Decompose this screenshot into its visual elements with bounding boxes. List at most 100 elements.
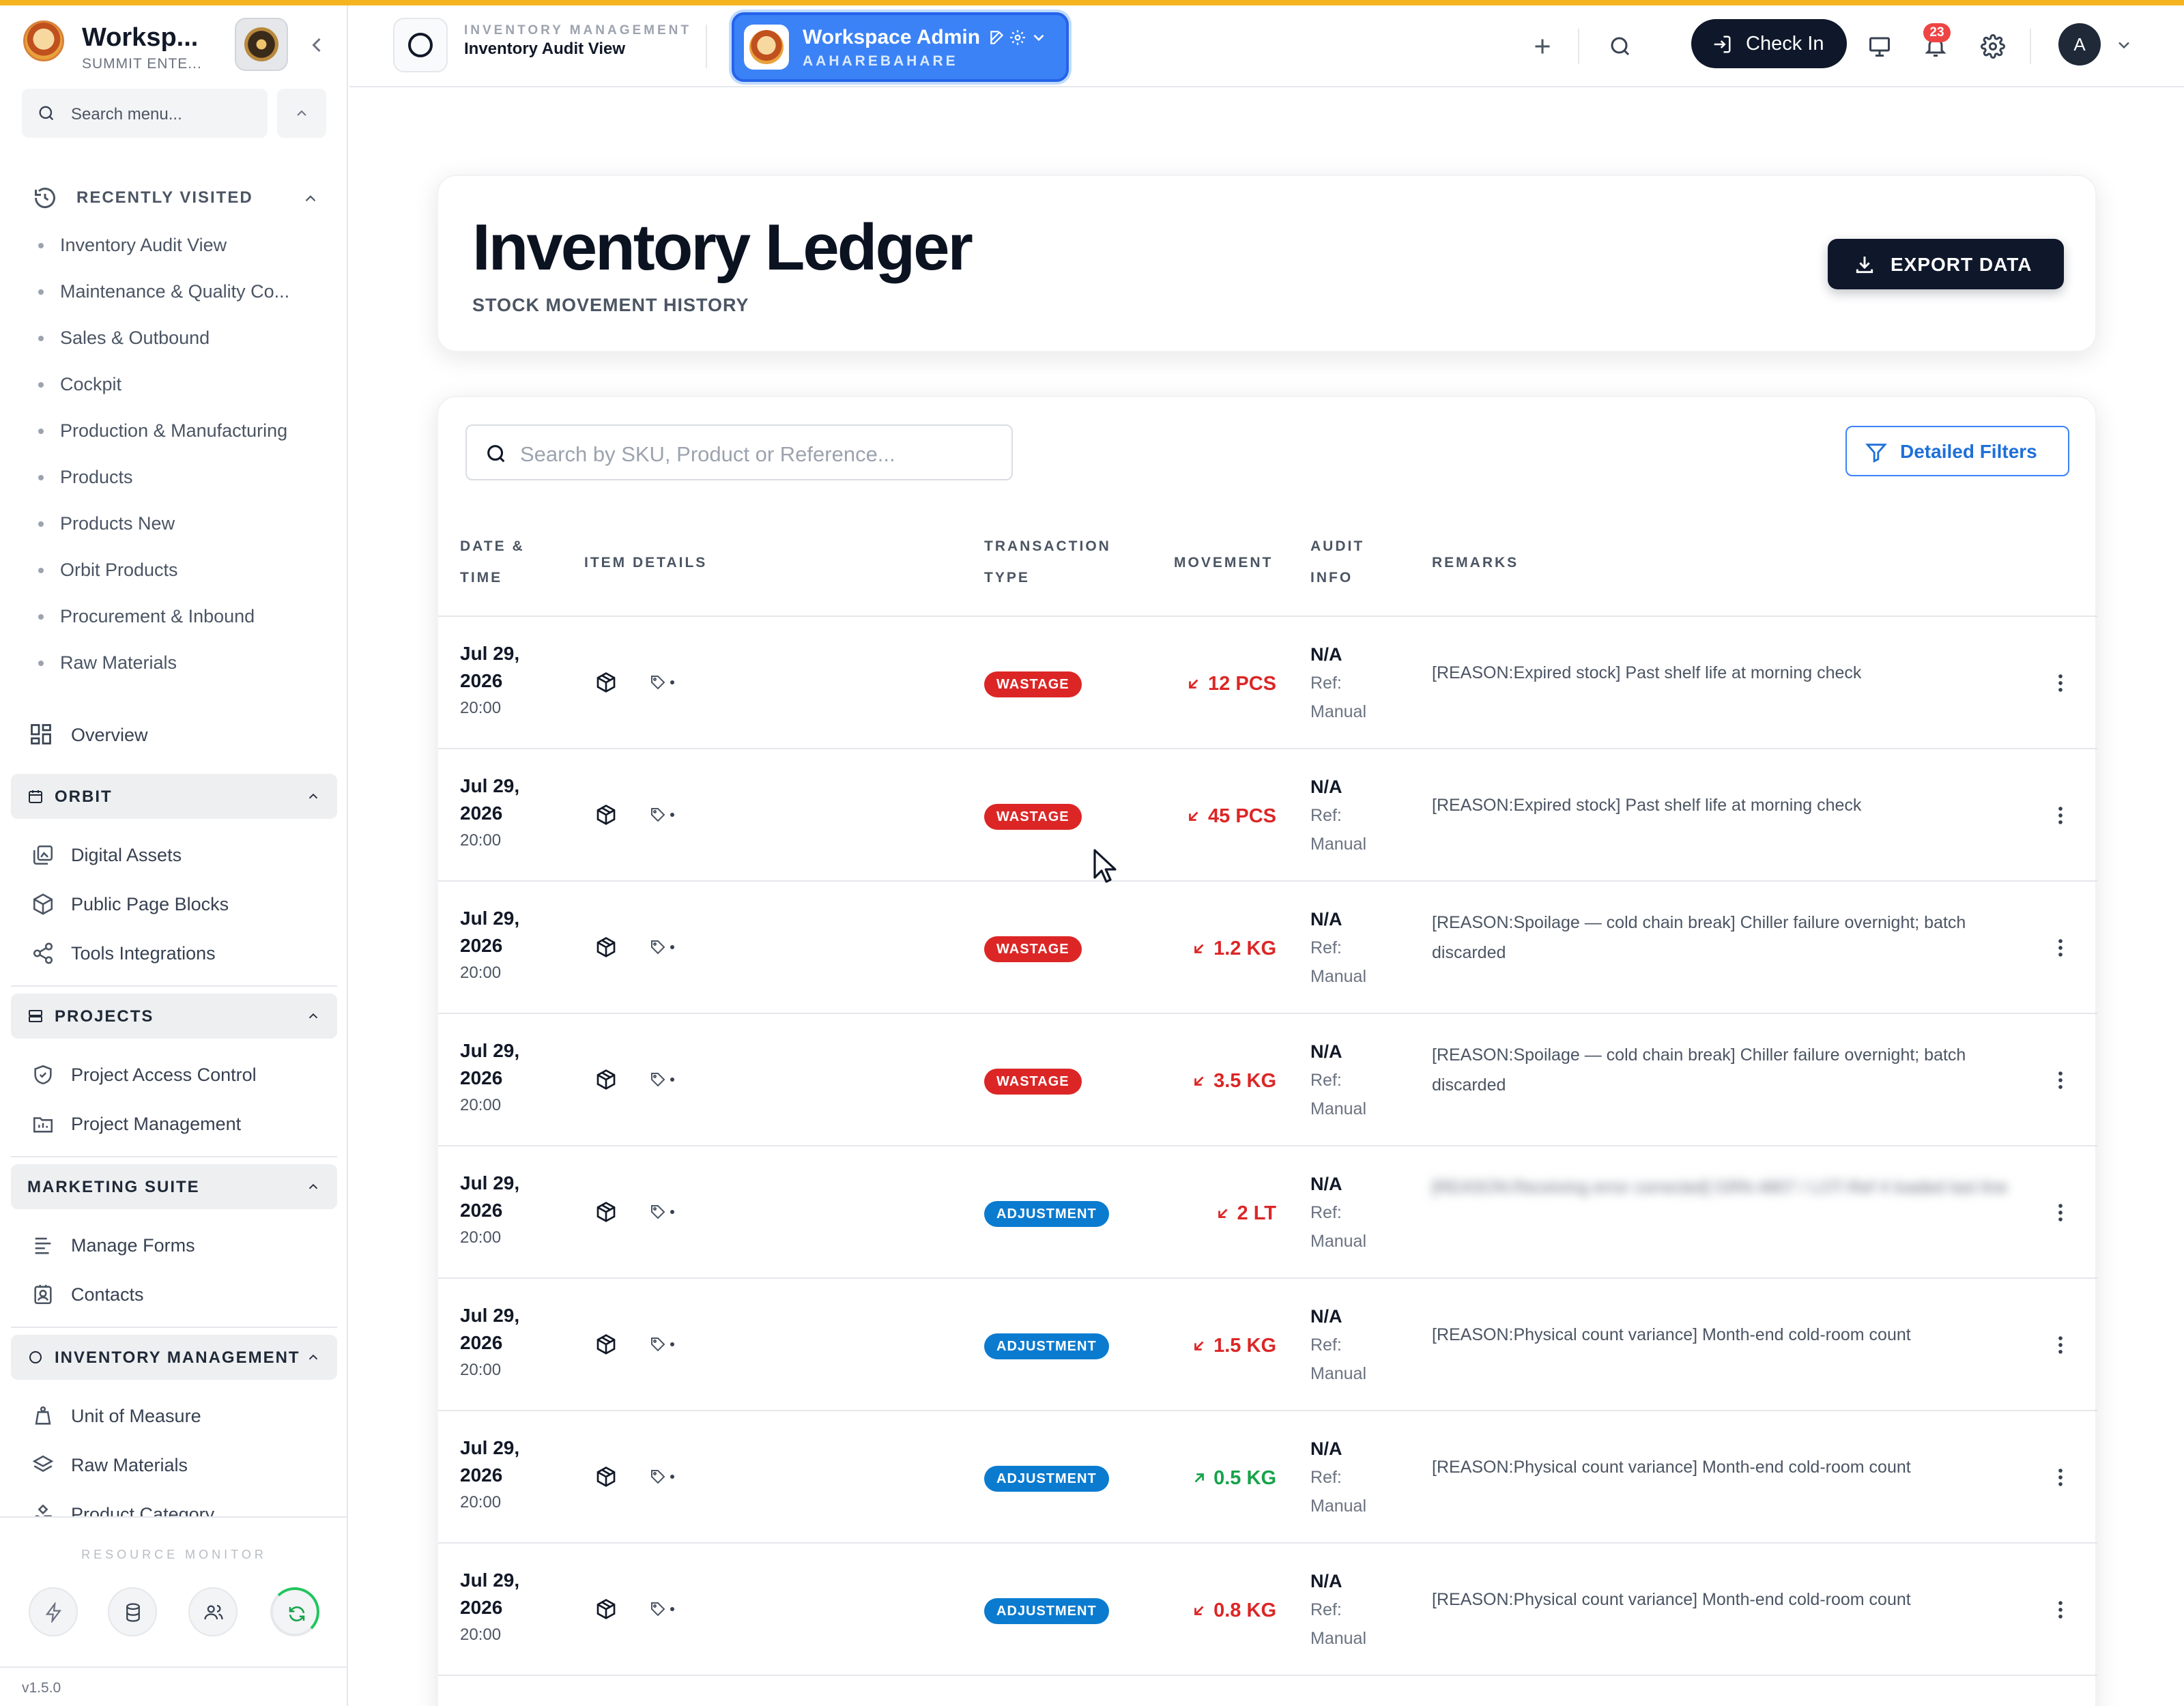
recent-item[interactable]: Maintenance & Quality Co... <box>38 272 325 318</box>
recent-item[interactable]: Procurement & Inbound <box>38 596 325 643</box>
server-icon <box>29 1010 42 1022</box>
recent-item[interactable]: Cockpit <box>38 364 325 411</box>
add-button[interactable] <box>1521 25 1564 68</box>
sidebar-item-project-management[interactable]: Project Management <box>31 1107 325 1141</box>
sidebar-item-tools-integrations[interactable]: Tools Integrations <box>31 936 325 970</box>
column-header-audit[interactable]: AUDIT INFO <box>1310 531 1364 594</box>
check-in-button[interactable]: Check In <box>1691 19 1847 68</box>
chevron-down-icon[interactable] <box>2114 35 2133 55</box>
org-avatar[interactable] <box>235 18 288 71</box>
group-inventory-header[interactable]: INVENTORY MANAGEMENT <box>11 1335 337 1380</box>
module-icon[interactable] <box>393 18 448 72</box>
sidebar-item-product-category[interactable]: Product Category <box>31 1497 325 1516</box>
user-avatar[interactable]: A <box>2058 23 2101 66</box>
tag-icon[interactable] <box>650 807 666 823</box>
table-row[interactable]: Jul 29, 2026 20:00 WASTAGE 1.2 KG N/A Ref: Manu… <box>438 882 2098 1014</box>
more-vertical-icon[interactable] <box>2049 1598 2072 1621</box>
table-row[interactable]: Jul 29, 2026 20:00 WASTAGE 3.5 KG N/A Ref: Manu… <box>438 1014 2098 1146</box>
package-icon[interactable] <box>595 671 617 693</box>
sidebar-item-unit-of-measure[interactable]: Unit of Measure <box>31 1399 325 1433</box>
recent-item[interactable]: Inventory Audit View <box>38 225 325 272</box>
table-row[interactable]: Jul 29, 2026 20:00 ADJUSTMENT 2 LT N/A Ref: Man… <box>438 1146 2098 1279</box>
more-vertical-icon[interactable] <box>2049 1333 2072 1357</box>
users-monitor-button[interactable] <box>188 1587 238 1636</box>
sidebar-item-manage-forms[interactable]: Manage Forms <box>31 1228 325 1262</box>
workspace-logo[interactable] <box>23 20 64 61</box>
sync-monitor-button[interactable] <box>270 1587 319 1636</box>
package-icon[interactable] <box>595 936 617 958</box>
sidebar-item-digital-assets[interactable]: Digital Assets <box>31 838 325 872</box>
row-time: 20:00 <box>460 831 502 850</box>
tag-icon[interactable] <box>650 1204 666 1220</box>
column-header-remarks[interactable]: REMARKS <box>1432 547 1519 579</box>
column-header-type[interactable]: TRANSACTION TYPE <box>984 531 1111 594</box>
recent-item[interactable]: Products <box>38 457 325 504</box>
workspace-switcher[interactable]: Workspace Admin AAHAREBAHARE <box>732 12 1069 82</box>
tag-icon[interactable] <box>650 674 666 691</box>
tag-dot <box>670 1475 674 1479</box>
column-header-item[interactable]: ITEM DETAILS <box>584 547 707 579</box>
edit-icon[interactable] <box>988 29 1006 46</box>
more-vertical-icon[interactable] <box>2049 804 2072 827</box>
chevron-left-icon[interactable] <box>304 33 329 57</box>
chevron-up-icon <box>297 110 306 116</box>
package-icon[interactable] <box>595 1598 617 1620</box>
group-projects-header[interactable]: PROJECTS <box>11 994 337 1039</box>
menu-collapse-toggle[interactable] <box>277 89 326 138</box>
detailed-filters-button[interactable]: Detailed Filters <box>1845 426 2069 476</box>
sidebar-item-contacts[interactable]: Contacts <box>31 1277 325 1312</box>
sidebar-item-project-access-control[interactable]: Project Access Control <box>31 1058 325 1092</box>
package-icon[interactable] <box>595 804 617 826</box>
table-row[interactable]: Jul 29, 2026 20:00 ADJUSTMENT 0.8 KG N/A Ref: M… <box>438 1544 2098 1676</box>
table-row[interactable]: Jul 29, 2026 20:00 WASTAGE 45 PCS N/A Ref: Manu… <box>438 749 2098 882</box>
arrow-down-left-icon <box>1194 1076 1204 1086</box>
recent-item[interactable]: Production & Manufacturing <box>38 411 325 457</box>
tag-dot <box>670 1210 674 1214</box>
gear-icon[interactable] <box>1009 29 1026 46</box>
sidebar-item-raw-materials[interactable]: Raw Materials <box>31 1448 325 1482</box>
group-marketing-header[interactable]: MARKETING SUITE <box>11 1164 337 1209</box>
table-row[interactable]: Jul 29, 2026 20:00 ADJUSTMENT 1.5 KG N/A Ref: M… <box>438 1279 2098 1411</box>
package-icon[interactable] <box>595 1201 617 1223</box>
workspace-name[interactable]: Worksp... <box>82 23 198 53</box>
recent-item[interactable]: Products New <box>38 504 325 550</box>
package-icon[interactable] <box>595 1069 617 1090</box>
row-date: Jul 29, 2026 <box>460 908 520 956</box>
group-orbit-header[interactable]: ORBIT <box>11 774 337 819</box>
recently-visited-header[interactable]: RECENTLY VISITED <box>33 184 319 212</box>
menu-search-input[interactable]: Search menu... <box>22 89 268 138</box>
sidebar-item-overview[interactable]: Overview <box>29 718 322 752</box>
table-row[interactable]: Jul 29, 2026 20:00 WASTAGE 12 PCS N/A Ref: Manu… <box>438 617 2098 749</box>
workspace-switcher-sub: AAHAREBAHARE <box>803 53 958 69</box>
package-icon[interactable] <box>595 1333 617 1355</box>
tag-icon[interactable] <box>650 1071 666 1088</box>
tag-icon[interactable] <box>650 1601 666 1617</box>
arrow-down-left-icon <box>1189 679 1198 689</box>
cpu-monitor-button[interactable] <box>29 1587 78 1636</box>
package-icon[interactable] <box>595 1466 617 1488</box>
chevron-down-icon[interactable] <box>1030 29 1048 46</box>
tag-icon[interactable] <box>650 1336 666 1353</box>
recent-item[interactable]: Orbit Products <box>38 550 325 596</box>
sidebar-item-public-page-blocks[interactable]: Public Page Blocks <box>31 887 325 921</box>
table-row[interactable]: Jul 29, 2026 20:00 ADJUSTMENT 0.5 KG N/A Ref: M… <box>438 1411 2098 1544</box>
more-vertical-icon[interactable] <box>2049 1201 2072 1224</box>
row-date: Jul 29, 2026 <box>460 1570 520 1618</box>
tag-icon[interactable] <box>650 939 666 955</box>
export-data-button[interactable]: EXPORT DATA <box>1828 239 2064 289</box>
global-search-button[interactable] <box>1598 25 1642 68</box>
arrow-down-left-icon <box>1194 944 1204 953</box>
settings-button[interactable] <box>1971 25 2015 68</box>
more-vertical-icon[interactable] <box>2049 936 2072 959</box>
recent-item[interactable]: Sales & Outbound <box>38 318 325 364</box>
recent-item[interactable]: Raw Materials <box>38 643 325 689</box>
ledger-search-input[interactable]: Search by SKU, Product or Reference... <box>465 424 1013 480</box>
column-header-date[interactable]: DATE & TIME <box>460 531 525 594</box>
storage-monitor-button[interactable] <box>108 1587 157 1636</box>
display-button[interactable] <box>1858 25 1901 68</box>
more-vertical-icon[interactable] <box>2049 1466 2072 1489</box>
more-vertical-icon[interactable] <box>2049 1069 2072 1092</box>
column-header-movement[interactable]: MOVEMENT <box>1174 547 1273 579</box>
more-vertical-icon[interactable] <box>2049 671 2072 695</box>
tag-icon[interactable] <box>650 1469 666 1485</box>
